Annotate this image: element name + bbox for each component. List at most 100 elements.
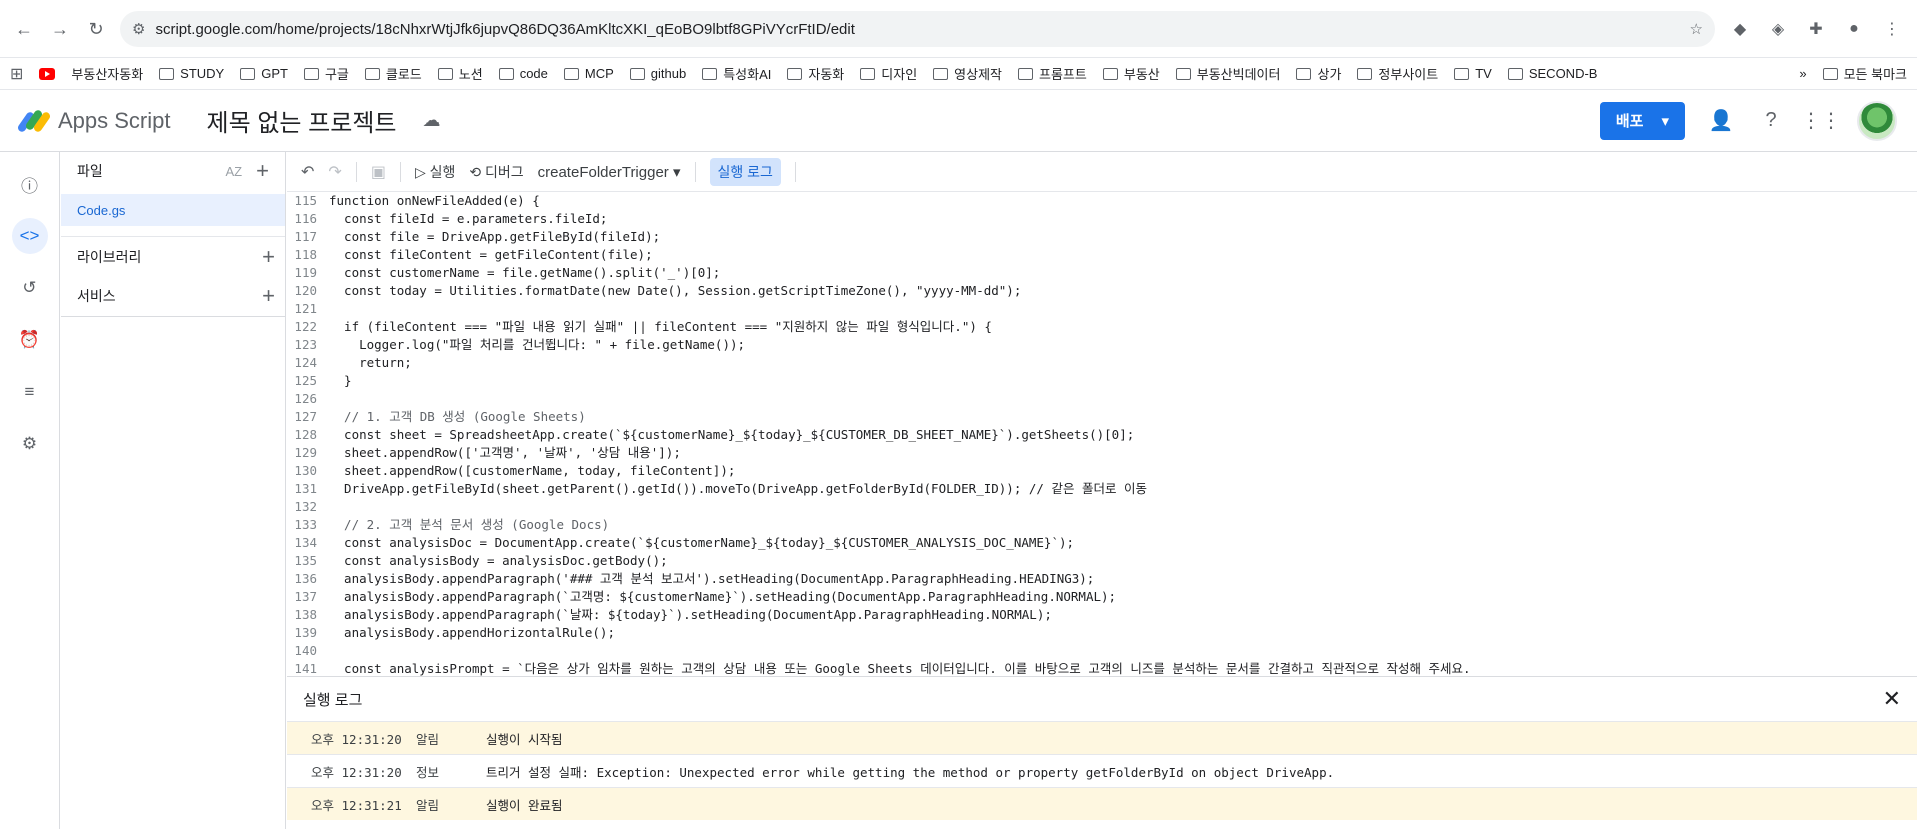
code-line[interactable]: 115 function onNewFileAdded(e) { [287,192,1917,210]
address-bar[interactable]: ⚙ script.google.com/home/projects/18cNhx… [120,11,1715,47]
code-line[interactable]: 137 analysisBody.appendParagraph(`고객명: $… [287,588,1917,606]
add-library-icon[interactable]: + [262,244,275,270]
settings-gear-icon[interactable]: ⚙ [12,426,48,462]
function-select[interactable]: createFolderTrigger ▾ [538,163,681,181]
overview-info-icon[interactable]: ⓘ [12,166,48,202]
code-line[interactable]: 119 const customerName = file.getName().… [287,264,1917,282]
execution-log-toggle[interactable]: 실행 로그 [709,157,781,186]
redo-icon[interactable]: ↷ [328,162,341,182]
bookmark-item[interactable]: 영상제작 [933,64,1002,83]
code-line[interactable]: 141 const analysisPrompt = `다음은 상가 임차를 원… [287,660,1917,676]
bookmark-item[interactable]: SECOND-B [1507,66,1597,81]
share-add-user-icon[interactable]: 👤 [1707,107,1735,135]
executions-list-icon[interactable]: ≡ [12,374,48,410]
code-line[interactable]: 123 Logger.log("파일 처리를 건너뜁니다: " + file.g… [287,336,1917,354]
code-line[interactable]: 126 [287,390,1917,408]
services-section[interactable]: 서비스 + [61,276,285,316]
undo-icon[interactable]: ↶ [301,162,314,182]
bookmarks-overflow-icon[interactable]: » [1799,66,1806,81]
bookmark-item[interactable]: 상가 [1296,64,1341,83]
extension-icon[interactable]: ◈ [1765,16,1791,42]
bookmark-item[interactable]: 정부사이트 [1357,64,1438,83]
triggers-alarm-icon[interactable]: ⏰ [12,322,48,358]
code-line[interactable]: 122 if (fileContent === "파일 내용 읽기 실패" ||… [287,318,1917,336]
code-line[interactable]: 140 [287,642,1917,660]
code-line[interactable]: 127 // 1. 고객 DB 생성 (Google Sheets) [287,408,1917,426]
close-icon[interactable]: ✕ [1883,686,1901,712]
code-line[interactable]: 124 return; [287,354,1917,372]
code-line[interactable]: 128 const sheet = SpreadsheetApp.create(… [287,426,1917,444]
code-line[interactable]: 118 const fileContent = getFileContent(f… [287,246,1917,264]
code-line[interactable]: 139 analysisBody.appendHorizontalRule(); [287,624,1917,642]
line-number: 129 [294,445,317,460]
sort-az-icon[interactable]: AZ [226,164,243,179]
bookmark-item[interactable]: 부동산자동화 [71,64,143,83]
bookmark-star-icon[interactable]: ☆ [1690,20,1703,38]
extension-icon[interactable]: ◆ [1727,16,1753,42]
bookmark-item[interactable]: github [629,66,686,81]
code-line[interactable]: 120 const today = Utilities.formatDate(n… [287,282,1917,300]
run-button[interactable]: ▷ 실행 [415,162,455,182]
code-line[interactable]: 121 [287,300,1917,318]
bookmark-item[interactable]: 특성화AI [702,64,771,83]
code-line[interactable]: 125 } [287,372,1917,390]
deploy-button[interactable]: 배포 ▾ [1599,101,1685,140]
code-line[interactable]: 136 analysisBody.appendParagraph('### 고객… [287,570,1917,588]
apps-script-logo[interactable]: Apps Script [16,107,171,135]
bookmark-item[interactable]: 노션 [437,64,483,83]
bookmark-label: 상가 [1317,67,1342,82]
apps-grid-icon[interactable]: ⋮⋮ [1801,107,1841,135]
code-line[interactable]: 134 const analysisDoc = DocumentApp.crea… [287,534,1917,552]
editor-code-icon[interactable]: <> [11,218,48,254]
apps-grid-icon[interactable]: ⊞ [10,64,23,84]
code-line[interactable]: 131 DriveApp.getFileById(sheet.getParent… [287,480,1917,498]
debug-button[interactable]: ⟲ 디버그 [469,162,523,182]
save-icon[interactable]: ▣ [371,162,386,182]
bookmark-item[interactable]: 부동산 [1102,64,1160,83]
more-menu-icon[interactable]: ⋮ [1879,16,1905,42]
code-line[interactable]: 116 const fileId = e.parameters.fileId; [287,210,1917,228]
code-line[interactable]: 138 analysisBody.appendParagraph(`날짜: ${… [287,606,1917,624]
bookmark-item[interactable]: code [498,66,548,81]
bookmark-item[interactable]: GPT [240,66,288,81]
line-number: 138 [294,607,317,622]
profile-icon[interactable]: ● [1841,16,1867,42]
bookmark-item[interactable]: 클로드 [364,64,422,83]
libraries-section[interactable]: 라이브러리 + [61,236,285,276]
code-line[interactable]: 133 // 2. 고객 분석 문서 생성 (Google Docs) [287,516,1917,534]
all-bookmarks[interactable]: 모든 북마크 [1822,64,1907,83]
file-code-gs[interactable]: Code.gs [61,194,285,226]
code-line[interactable]: 129 sheet.appendRow(['고객명', '날짜', '상담 내용… [287,444,1917,462]
code-line[interactable]: 135 const analysisBody = analysisDoc.get… [287,552,1917,570]
bookmark-item[interactable]: STUDY [159,66,224,81]
add-service-icon[interactable]: + [262,283,275,309]
bookmark-label: TV [1475,66,1492,81]
bookmark-item[interactable]: 디자인 [860,64,917,83]
avatar[interactable] [1857,100,1897,141]
bookmark-item[interactable]: 프롬프트 [1018,64,1087,83]
bookmark-item[interactable]: MCP [563,66,614,81]
forward-arrow-icon[interactable]: → [48,17,72,41]
code-text: // 2. 고객 분석 문서 생성 (Google Docs) [329,517,610,532]
project-title[interactable]: 제목 없는 프로젝트 [207,103,397,138]
line-number: 116 [294,211,317,226]
add-file-icon[interactable]: + [256,158,269,184]
site-info-icon[interactable]: ⚙ [132,20,145,38]
reload-icon[interactable]: ↻ [84,17,108,41]
bookmark-item[interactable]: 부동산빅데이터 [1175,64,1280,83]
help-icon[interactable]: ? [1757,107,1785,135]
history-icon[interactable]: ↺ [12,270,48,306]
code-line[interactable]: 130 sheet.appendRow([customerName, today… [287,462,1917,480]
bookmark-item[interactable]: 자동화 [787,64,844,83]
code-text: } [329,373,352,388]
code-line[interactable]: 132 [287,498,1917,516]
bookmark-item[interactable]: 구글 [303,64,349,83]
back-arrow-icon[interactable]: ← [12,17,36,41]
extensions-puzzle-icon[interactable]: ✚ [1803,16,1829,42]
bookmark-item[interactable]: TV [1454,66,1492,81]
code-line[interactable]: 117 const file = DriveApp.getFileById(fi… [287,228,1917,246]
code-text: return; [329,355,412,370]
youtube-icon[interactable] [39,67,56,80]
code-editor[interactable]: 115 function onNewFileAdded(e) {116 const… [287,192,1917,676]
libraries-label: 라이브러리 [77,248,142,265]
